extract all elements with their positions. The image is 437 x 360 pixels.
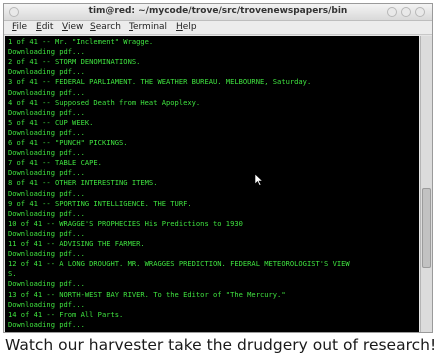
menu-view[interactable]: View [62,22,83,32]
terminal-line: 6 of 41 -- "PUNCH" PICKINGS. [8,138,128,147]
scrollbar[interactable] [420,36,432,332]
close-button[interactable] [415,7,425,17]
terminal-line: 7 of 41 -- TABLE CAPE. [8,158,102,168]
terminal-line: Downloading pdf... [8,148,85,158]
terminal-line: Downloading pdf... [8,188,85,198]
menu-terminal[interactable]: Terminal [129,22,167,32]
terminal-line: Downloading pdf... [8,208,85,218]
terminal-line: Downloading pdf... [8,168,85,178]
mouse-pointer-icon [255,174,263,186]
terminal-line: 10 of 41 -- WRAGGE'S PROPHECIES His Pred… [8,218,243,228]
terminal-line: 11 of 41 -- ADVISING THE FARMER. [8,239,145,248]
terminal-line: Downloading pdf... [8,107,85,117]
terminal-line: 3 of 41 -- FEDERAL PARLIAMENT. THE WEATH… [8,77,312,87]
menu-help[interactable]: Help [176,22,197,32]
maximize-button[interactable] [401,7,411,17]
window-title: tim@red: ~/mycode/trove/src/trovenewspap… [88,6,348,16]
menu-search[interactable]: Search [90,22,121,32]
terminal-line: Downloading pdf... [8,87,85,97]
terminal-line: S. [8,269,17,279]
terminal-output[interactable]: 1 of 41 -- Mr. "Inclement" Wragge. Downlo… [5,36,419,332]
terminal-line: Downloading pdf... [8,228,85,238]
title-bar[interactable]: tim@red: ~/mycode/trove/src/trovenewspap… [4,4,432,21]
terminal-line: Downloading pdf... [8,279,85,289]
terminal-line: 1 of 41 -- Mr. "Inclement" Wragge. [8,37,154,46]
terminal-window: tim@red: ~/mycode/trove/src/trovenewspap… [3,3,433,333]
menu-edit[interactable]: Edit [36,22,53,32]
terminal-line: 8 of 41 -- OTHER INTERESTING ITEMS. [8,178,158,188]
terminal-line: 14 of 41 -- From All Parts. [8,309,124,319]
menu-bar: File Edit View Search Terminal Help [4,21,432,35]
terminal-line: Downloading pdf... [8,299,85,309]
caption: Watch our harvester take the drudgery ou… [5,336,437,354]
terminal-line: Downloading pdf... [8,47,85,57]
terminal-line: 13 of 41 -- NORTH-WEST BAY RIVER. To the… [8,289,286,299]
terminal-line: 9 of 41 -- SPORTING INTELLIGENCE. THE TU… [8,198,192,208]
terminal-line: 2 of 41 -- STORM DENOMINATIONS. [8,57,141,67]
scrollbar-thumb[interactable] [422,188,431,268]
terminal-line: Downloading pdf... [8,127,85,137]
terminal-line: 4 of 41 -- Supposed Death from Heat Apop… [8,97,201,107]
menu-file[interactable]: File [12,22,27,32]
terminal-line: Downloading pdf... [8,67,85,77]
terminal-line: 12 of 41 -- A LONG DROUGHT. MR. WRAGGES … [8,259,350,269]
terminal-line: 5 of 41 -- CUP WEEK. [8,117,94,127]
minimize-button[interactable] [387,7,397,17]
terminal-line: Downloading pdf... [8,319,85,329]
terminal-line: Downloading pdf... [8,249,85,259]
